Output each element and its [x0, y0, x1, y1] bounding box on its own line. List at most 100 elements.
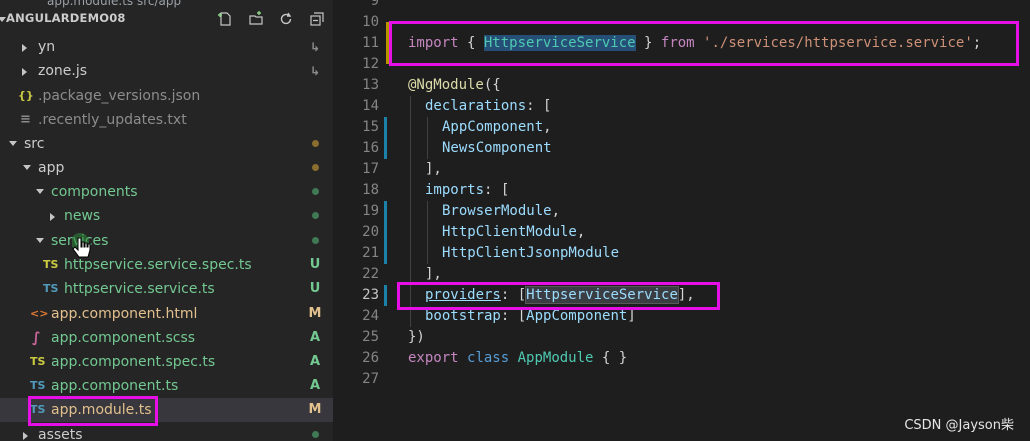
watermark: CSDN @Jayson柴	[904, 418, 1014, 433]
line-number: 20	[362, 224, 379, 240]
symlink-icon: ↳	[309, 40, 321, 54]
explorer-header[interactable]: ANGULARDEMO08	[0, 8, 333, 30]
line-number: 12	[362, 56, 379, 72]
typescript-file-icon: TS	[43, 282, 59, 295]
status-badge: A	[309, 354, 321, 369]
symlink-icon: ↳	[309, 64, 321, 78]
status-badge: A	[309, 378, 321, 393]
tree-item-news[interactable]: news	[0, 204, 333, 228]
tree-item-label: httpservice.service.ts	[64, 281, 215, 297]
code-line-25: })	[408, 329, 425, 345]
chevron-down-icon	[36, 238, 44, 243]
tree-item-label: .package_versions.json	[38, 88, 201, 104]
tree-item-app-component-spec[interactable]: TS app.component.spec.ts A	[0, 350, 333, 374]
status-dot	[308, 183, 322, 201]
status-badge: M	[308, 402, 322, 417]
modified-indicator	[384, 201, 387, 264]
typescript-file-icon: TS	[30, 379, 46, 392]
tree-item-httpservice[interactable]: TS httpservice.service.ts U	[0, 277, 333, 301]
highlight-box-import-line	[389, 21, 1019, 66]
new-folder-icon[interactable]	[248, 11, 264, 27]
status-badge: U	[309, 257, 321, 272]
html-file-icon: <>	[30, 307, 49, 320]
status-badge: A	[309, 330, 321, 345]
code-line-14: declarations: [	[425, 98, 552, 114]
tree-item-label: yn	[38, 39, 56, 55]
indent-guide	[427, 201, 428, 264]
refresh-icon[interactable]	[278, 11, 294, 27]
tree-item-label: components	[51, 184, 138, 200]
typescript-test-file-icon: TS	[43, 258, 59, 271]
line-number: 21	[362, 245, 379, 261]
modified-indicator	[384, 117, 387, 159]
status-dot	[308, 207, 322, 225]
highlight-box-providers-line	[397, 282, 720, 310]
line-number: 10	[362, 14, 379, 30]
code-line-16: NewsComponent	[442, 140, 552, 156]
tree-item-app[interactable]: app	[0, 156, 333, 180]
modified-indicator	[384, 285, 387, 306]
tree-item-label: assets	[38, 427, 83, 441]
tree-item-label: app.component.spec.ts	[51, 354, 216, 370]
line-number: 23	[362, 287, 379, 303]
tree-item-app-component-ts[interactable]: TS app.component.ts A	[0, 374, 333, 398]
explorer-sidebar: app.module.ts src/app ANGULARDEMO08 yn ↳…	[0, 0, 333, 441]
status-dot	[308, 232, 322, 250]
tree-item-label: app.component.html	[51, 306, 198, 322]
collapse-all-icon[interactable]	[309, 11, 325, 27]
tree-item-services[interactable]: services	[0, 229, 333, 253]
tree-item-label: news	[64, 208, 101, 224]
tree-item-app-component-html[interactable]: <> app.component.html M	[0, 302, 333, 326]
chevron-right-icon	[50, 213, 55, 221]
line-number: 19	[362, 203, 379, 219]
chevron-right-icon	[23, 432, 28, 440]
hand-cursor-icon	[71, 232, 98, 262]
code-line-19: BrowserModule,	[442, 203, 561, 219]
line-number: 15	[362, 119, 379, 135]
tree-item-app-component-scss[interactable]: ∫ app.component.scss A	[0, 326, 333, 350]
new-file-icon[interactable]	[217, 11, 233, 27]
code-line-26: export class AppModule { }	[408, 350, 628, 366]
code-line-15: AppComponent,	[442, 119, 552, 135]
line-number: 22	[362, 266, 379, 282]
line-number: 16	[362, 140, 379, 156]
line-number: 17	[362, 161, 379, 177]
clipped-tab-text: app.module.ts src/app	[0, 0, 333, 8]
line-number: 11	[362, 35, 379, 51]
tree-item-zone-js[interactable]: zone.js ↳	[0, 59, 333, 83]
line-number: 18	[362, 182, 379, 198]
chevron-down-icon	[9, 141, 17, 146]
status-badge: M	[308, 306, 322, 321]
code-line-13: @NgModule({	[408, 77, 501, 93]
tree-item-label: src	[24, 136, 45, 152]
tree-item-src[interactable]: src	[0, 132, 333, 156]
line-number: 9	[370, 0, 379, 9]
line-number: 13	[362, 77, 379, 93]
scss-file-icon: ∫	[32, 330, 41, 346]
tree-item-httpservice-spec[interactable]: TS httpservice.service.spec.ts U	[0, 253, 333, 277]
clipped-text: app.module.ts src/app	[47, 0, 182, 8]
tree-item-label: zone.js	[38, 63, 88, 79]
project-title: ANGULARDEMO08	[6, 11, 126, 25]
chevron-right-icon	[22, 44, 27, 52]
tree-item-label: app	[38, 160, 65, 176]
status-dot	[308, 135, 322, 153]
line-number: 14	[362, 98, 379, 114]
tree-item-package-versions[interactable]: {} .package_versions.json	[0, 84, 333, 108]
code-line-17: ],	[425, 161, 442, 177]
tree-item-components[interactable]: components	[0, 180, 333, 204]
chevron-down-icon	[36, 189, 44, 194]
tree-item-label: app.component.scss	[51, 330, 196, 346]
json-file-icon: {}	[18, 89, 34, 102]
tree-item-recently-updates[interactable]: ≡ .recently_updates.txt	[0, 108, 333, 132]
chevron-down-icon	[23, 165, 31, 170]
tree-item-yn[interactable]: yn ↳	[0, 35, 333, 59]
code-editor[interactable]: 9 10 11 12 13 14 15 16 17 18 19 20 21 22 23 24 25 26 27 im…	[333, 0, 1030, 441]
status-dot	[308, 426, 322, 441]
typescript-test-file-icon: TS	[30, 355, 46, 368]
tree-item-label: app.component.ts	[51, 378, 179, 394]
highlight-box-app-module	[28, 396, 158, 426]
tree-item-label: .recently_updates.txt	[38, 112, 187, 128]
code-line-21: HttpClientJsonpModule	[442, 245, 620, 261]
line-number: 27	[362, 371, 379, 387]
